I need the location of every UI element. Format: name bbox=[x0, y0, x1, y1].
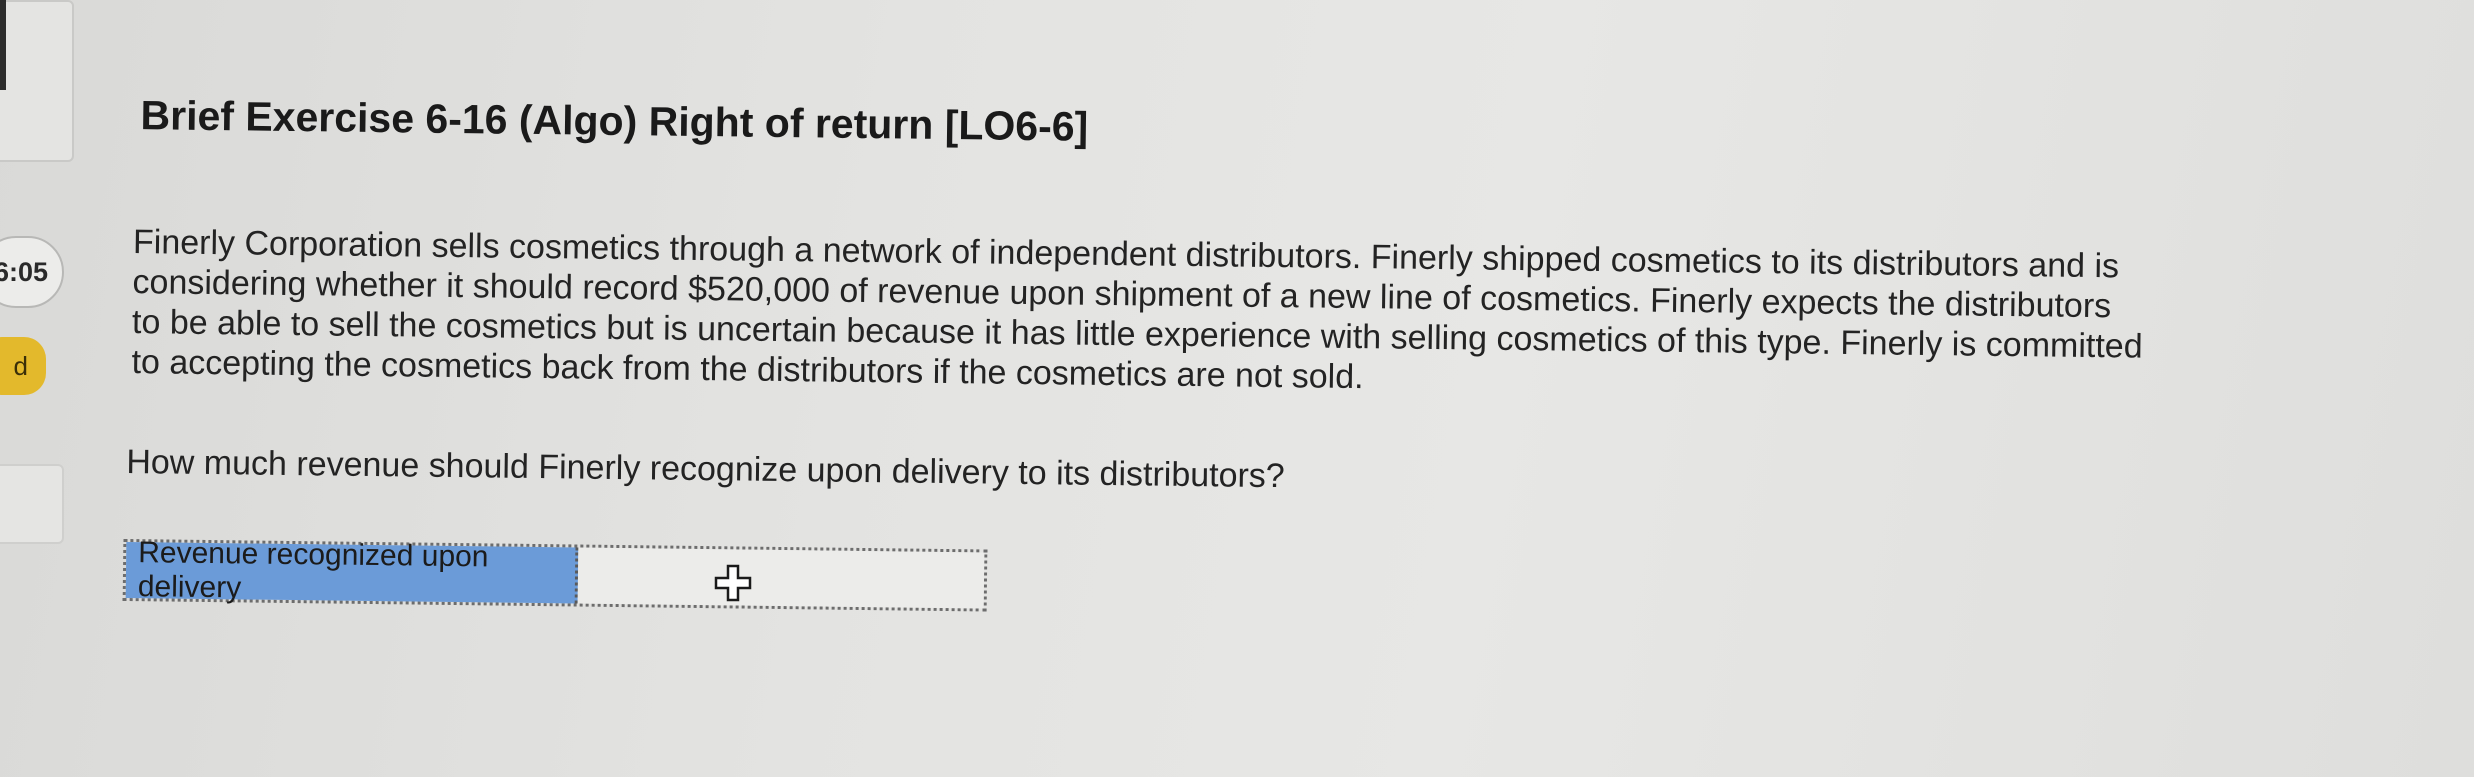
timer-text: 6:05 bbox=[0, 256, 48, 287]
sidebar-button[interactable] bbox=[0, 464, 64, 544]
exercise-content: Brief Exercise 6-16 (Algo) Right of retu… bbox=[122, 0, 2430, 612]
sidebar-edge bbox=[0, 0, 6, 90]
exercise-description: Finerly Corporation sells cosmetics thro… bbox=[131, 222, 2413, 410]
exercise-title: Brief Exercise 6-16 (Algo) Right of retu… bbox=[140, 92, 1089, 150]
answer-table-row: Revenue recognized upon delivery bbox=[122, 536, 988, 612]
status-badge-text: d bbox=[13, 350, 28, 381]
exercise-question: How much revenue should Finerly recogniz… bbox=[126, 442, 1285, 496]
revenue-answer-input[interactable] bbox=[577, 547, 985, 609]
answer-row-label: Revenue recognized upon delivery bbox=[125, 536, 579, 604]
timer-display: 6:05 bbox=[0, 236, 64, 308]
move-cursor-icon bbox=[714, 564, 752, 602]
status-badge[interactable]: d bbox=[0, 337, 46, 395]
sidebar-panel bbox=[0, 0, 74, 162]
answer-row-label-text: Revenue recognized upon delivery bbox=[137, 536, 489, 605]
